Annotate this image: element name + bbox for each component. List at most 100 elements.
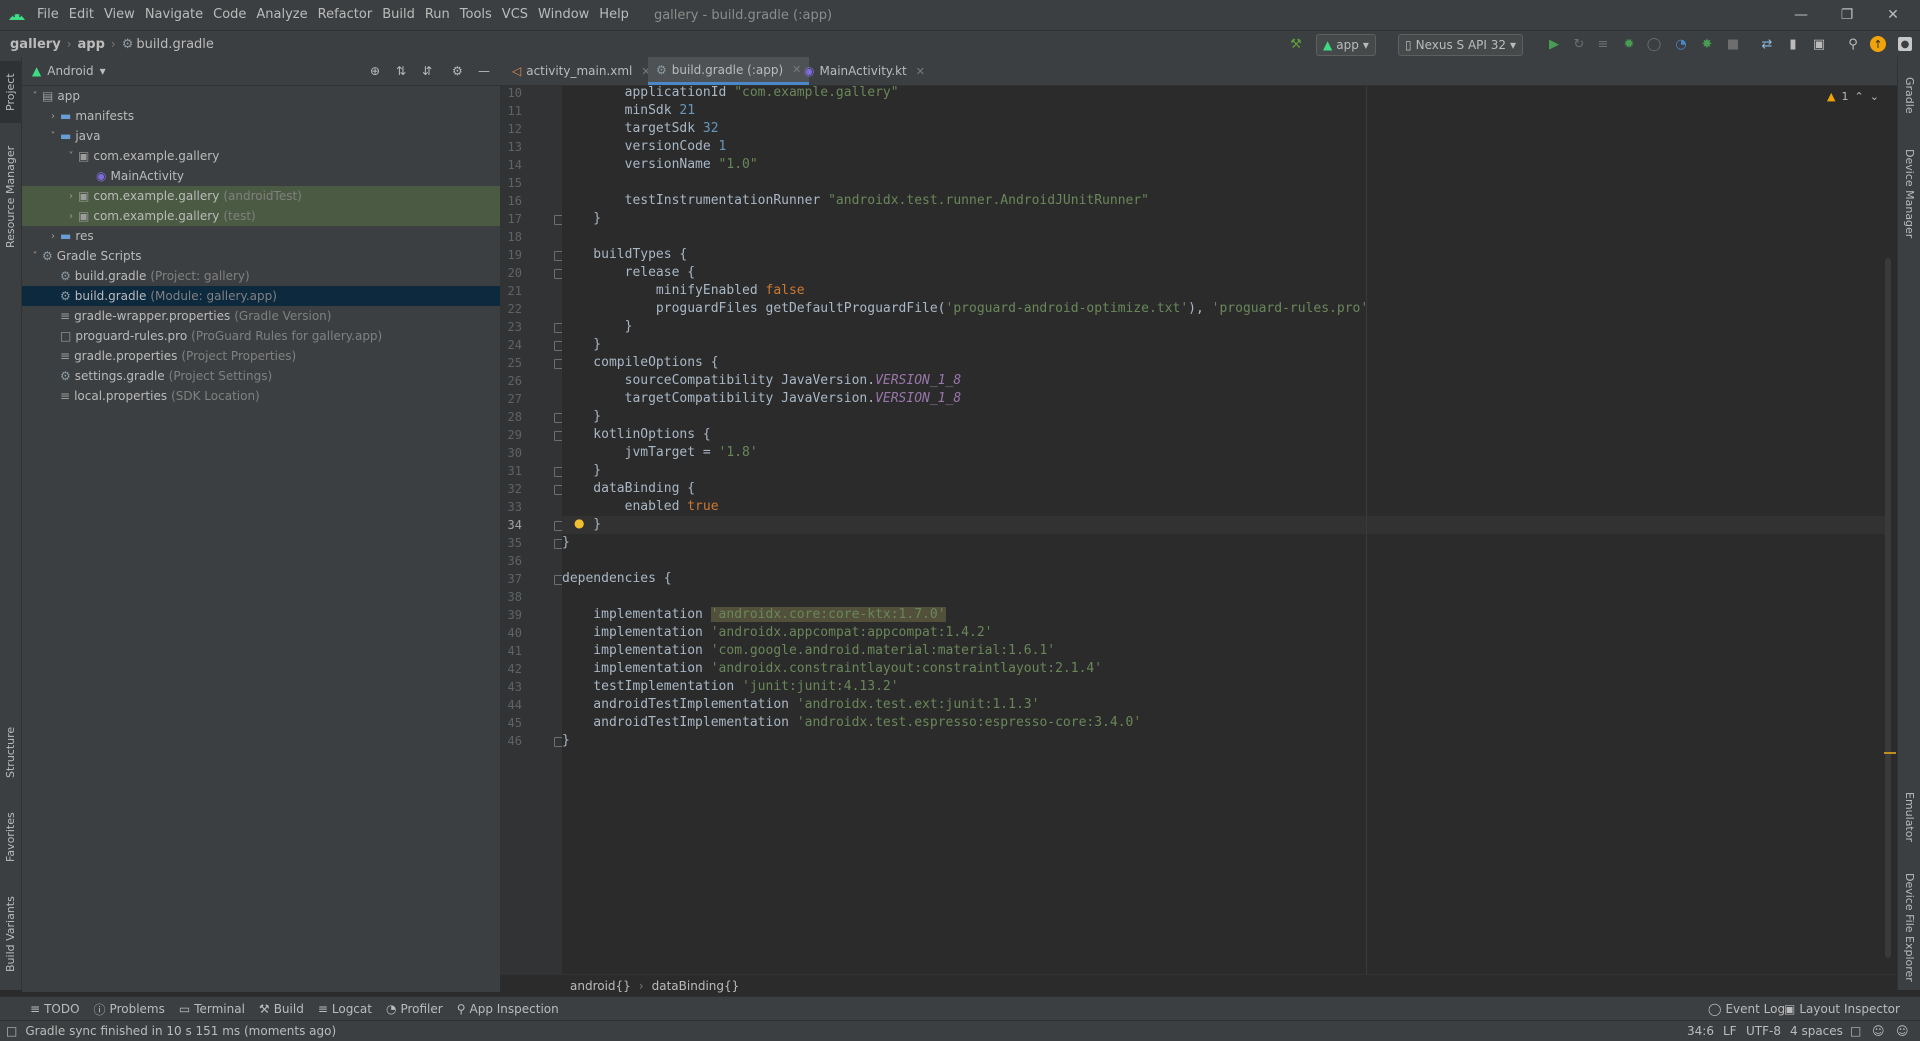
code-line[interactable]: sourceCompatibility JavaVersion.VERSION_… xyxy=(562,372,962,390)
tool-event-log[interactable]: ◯ Event Log xyxy=(1708,1002,1785,1016)
vertical-scrollbar[interactable] xyxy=(1885,258,1891,958)
tab-emulator[interactable]: Emulator xyxy=(1898,777,1920,857)
account-icon[interactable]: ● xyxy=(1898,37,1912,51)
device-select[interactable]: ▯ Nexus S API 32 ▾ xyxy=(1398,34,1524,56)
inspection-widget[interactable]: ▲ 1 ⌃ ⌄ xyxy=(1827,90,1879,103)
attach-debugger-icon[interactable]: ✸ xyxy=(1698,34,1716,54)
chevron-down-icon[interactable]: ⌄ xyxy=(1870,90,1879,103)
tree-item[interactable]: ˅ ▤ app xyxy=(22,86,500,106)
chevron-right-icon[interactable]: › xyxy=(64,191,78,202)
code-line[interactable]: } xyxy=(562,408,601,426)
tab-activity-main-xml[interactable]: ◁ activity_main.xml ✕ xyxy=(504,57,659,85)
tab-main-activity-kt[interactable]: ◉ MainActivity.kt ✕ xyxy=(796,57,933,85)
code-line[interactable]: } xyxy=(562,534,570,552)
run-icon[interactable]: ▶ xyxy=(1545,34,1563,54)
code-line[interactable]: } xyxy=(562,732,570,750)
code-line[interactable]: implementation 'androidx.appcompat:appco… xyxy=(562,624,992,642)
code-line[interactable]: } xyxy=(562,336,601,354)
status-message[interactable]: Gradle sync finished in 10 s 151 ms (mom… xyxy=(25,1024,336,1038)
menu-edit[interactable]: Edit xyxy=(64,0,99,30)
code-line[interactable]: implementation 'androidx.core:core-ktx:1… xyxy=(562,606,946,624)
code-line[interactable]: } xyxy=(562,462,601,480)
notifications-icon[interactable]: ☺ xyxy=(1896,1024,1909,1038)
caret-position[interactable]: 34:6 xyxy=(1687,1024,1714,1038)
line-separator[interactable]: LF xyxy=(1723,1024,1737,1038)
breadcrumb-databinding[interactable]: dataBinding{} xyxy=(652,979,740,993)
code-line[interactable]: versionCode 1 xyxy=(562,138,727,156)
code-line[interactable]: } xyxy=(562,210,601,228)
tree-item[interactable]: › ▬ manifests xyxy=(22,106,500,126)
indent-setting[interactable]: 4 spaces xyxy=(1790,1024,1843,1038)
tree-item[interactable]: ⚙ build.gradle (Project: gallery) xyxy=(22,266,500,286)
tree-item[interactable]: ◉ MainActivity xyxy=(22,166,500,186)
menu-run[interactable]: Run xyxy=(420,0,455,30)
chevron-right-icon[interactable]: › xyxy=(46,231,60,242)
coverage-icon[interactable]: ◯ xyxy=(1645,34,1663,54)
update-available-icon[interactable]: ↑ xyxy=(1870,36,1886,52)
tab-gradle[interactable]: Gradle xyxy=(1898,65,1920,125)
tab-build-gradle-app[interactable]: ⚙ build.gradle (:app) ✕ xyxy=(648,57,810,85)
menu-build[interactable]: Build xyxy=(377,0,420,30)
profile-icon[interactable]: ◔ xyxy=(1672,34,1690,54)
tab-build-variants[interactable]: Build Variants xyxy=(0,887,21,982)
rerun-icon[interactable]: ↻ xyxy=(1570,34,1588,54)
code-line[interactable]: applicationId "com.example.gallery" xyxy=(562,84,899,102)
debug-icon[interactable]: ✹ xyxy=(1620,34,1638,54)
tree-item[interactable]: › ▣ com.example.gallery (test) xyxy=(22,206,500,226)
tree-item[interactable]: ≡ gradle-wrapper.properties (Gradle Versio… xyxy=(22,306,500,326)
collapse-all-icon[interactable]: ⇵ xyxy=(422,64,432,78)
crumb-project[interactable]: gallery xyxy=(10,37,61,52)
tool-layout-inspector[interactable]: ▣ Layout Inspector xyxy=(1784,1002,1900,1016)
tool-logcat[interactable]: ≡ Logcat xyxy=(318,1002,372,1016)
tab-resource-manager[interactable]: Resource Manager xyxy=(0,137,21,257)
code-line[interactable]: androidTestImplementation 'androidx.test… xyxy=(562,696,1039,714)
tab-device-manager[interactable]: Device Manager xyxy=(1898,139,1920,249)
code-line[interactable]: testInstrumentationRunner "androidx.test… xyxy=(562,192,1149,210)
restore-button[interactable]: ❐ xyxy=(1824,0,1870,30)
locate-file-icon[interactable]: ⊕ xyxy=(370,64,380,78)
crumb-file[interactable]: build.gradle xyxy=(136,37,214,52)
code-line[interactable]: minSdk 21 xyxy=(562,102,695,120)
tab-device-file-explorer[interactable]: Device File Explorer xyxy=(1898,867,1920,987)
menu-navigate[interactable]: Navigate xyxy=(140,0,208,30)
menu-tools[interactable]: Tools xyxy=(455,0,497,30)
tree-item[interactable]: ≡ gradle.properties (Project Properties) xyxy=(22,346,500,366)
hide-panel-icon[interactable]: — xyxy=(478,64,490,78)
tree-item[interactable]: ˅ ⚙ Gradle Scripts xyxy=(22,246,500,266)
tree-item[interactable]: ˅ ▣ com.example.gallery xyxy=(22,146,500,166)
crumb-module[interactable]: app xyxy=(78,37,105,52)
code-line[interactable]: targetSdk 32 xyxy=(562,120,719,138)
device-manager-icon[interactable]: ▮ xyxy=(1784,34,1802,54)
chevron-down-icon[interactable]: ˅ xyxy=(46,131,60,142)
chevron-down-icon[interactable]: ˅ xyxy=(28,251,42,262)
code-line[interactable]: minifyEnabled false xyxy=(562,282,805,300)
tree-item[interactable]: □ proguard-rules.pro (ProGuard Rules for g… xyxy=(22,326,500,346)
chevron-right-icon[interactable]: › xyxy=(46,111,60,122)
chevron-up-icon[interactable]: ⌃ xyxy=(1854,90,1863,103)
tree-item[interactable]: ˅ ▬ java xyxy=(22,126,500,146)
code-line[interactable]: jvmTarget = '1.8' xyxy=(562,444,758,462)
menu-vcs[interactable]: VCS xyxy=(497,0,533,30)
tree-item[interactable]: › ▣ com.example.gallery (androidTest) xyxy=(22,186,500,206)
code-line[interactable]: buildTypes { xyxy=(562,246,687,264)
tool-todo[interactable]: ≡ TODO xyxy=(30,1002,80,1016)
chevron-down-icon[interactable]: ▾ xyxy=(100,64,106,78)
tab-project[interactable]: Project xyxy=(0,61,21,123)
code-line[interactable]: targetCompatibility JavaVersion.VERSION_… xyxy=(562,390,962,408)
code-line[interactable]: implementation 'com.google.android.mater… xyxy=(562,642,1055,660)
chevron-down-icon[interactable]: ˅ xyxy=(28,91,42,102)
project-view-select[interactable]: Android xyxy=(47,64,93,78)
smiley-icon[interactable]: ☺ xyxy=(1872,1024,1885,1038)
gear-icon[interactable]: ⚙ xyxy=(452,64,463,78)
tool-problems[interactable]: ⓘ Problems xyxy=(94,1001,165,1018)
breadcrumb-android[interactable]: android{} xyxy=(570,979,631,993)
stop-icon[interactable]: ■ xyxy=(1724,34,1742,54)
tool-terminal[interactable]: ▭ Terminal xyxy=(179,1002,245,1016)
tool-profiler[interactable]: ◔ Profiler xyxy=(386,1002,443,1016)
code-line[interactable]: versionName "1.0" xyxy=(562,156,758,174)
tab-favorites[interactable]: Favorites xyxy=(0,802,21,872)
code-line[interactable]: } xyxy=(562,318,633,336)
sync-gradle-icon[interactable]: ⇄ xyxy=(1758,34,1776,54)
menu-analyze[interactable]: Analyze xyxy=(251,0,312,30)
file-encoding[interactable]: UTF-8 xyxy=(1746,1024,1781,1038)
